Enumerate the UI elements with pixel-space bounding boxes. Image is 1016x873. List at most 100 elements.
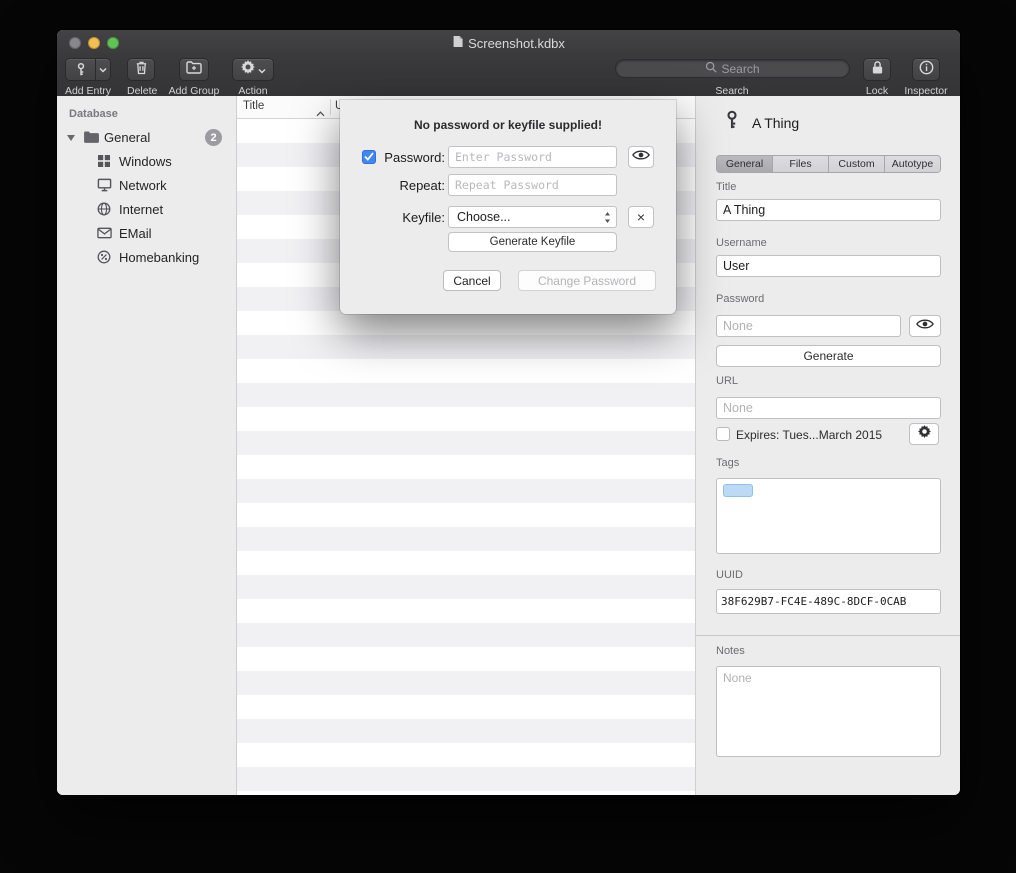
window-title-group: Screenshot.kdbx (452, 35, 565, 51)
change-password-dialog: No password or keyfile supplied! Passwor… (340, 100, 676, 314)
entry-count-badge: 2 (205, 129, 222, 146)
disclosure-triangle-icon[interactable] (67, 135, 75, 141)
dialog-message: No password or keyfile supplied! (340, 118, 676, 132)
tags-field[interactable] (716, 478, 941, 554)
sidebar-item-label: General (104, 130, 150, 145)
url-label: URL (716, 375, 738, 387)
minimize-button[interactable] (88, 37, 100, 49)
uuid-label: UUID (716, 569, 743, 581)
monitor-icon (97, 178, 112, 197)
action-button[interactable] (232, 58, 274, 81)
envelope-icon (97, 226, 112, 244)
sidebar-header: Database (69, 108, 118, 120)
tag-chip[interactable] (723, 484, 753, 497)
sidebar-item-label: EMail (119, 226, 152, 241)
window-title: Screenshot.kdbx (468, 36, 565, 51)
url-field[interactable] (716, 397, 941, 419)
generate-keyfile-button[interactable]: Generate Keyfile (448, 232, 617, 252)
password-field[interactable] (716, 315, 901, 337)
document-icon (452, 35, 463, 51)
percent-coin-icon (97, 250, 111, 269)
uuid-field[interactable] (716, 589, 941, 614)
gear-icon (241, 60, 255, 79)
entry-title: A Thing (752, 115, 799, 131)
sidebar-item-windows[interactable]: Windows (57, 150, 236, 174)
search-input[interactable]: Search (615, 59, 850, 78)
entry-header: A Thing (722, 108, 799, 137)
reveal-password-button[interactable] (628, 146, 654, 168)
cancel-button[interactable]: Cancel (443, 270, 501, 291)
globe-icon (97, 202, 111, 221)
tags-label: Tags (716, 457, 739, 469)
zoom-button[interactable] (107, 37, 119, 49)
expires-options-button[interactable] (909, 423, 939, 445)
title-label: Title (716, 181, 736, 193)
notes-field[interactable] (716, 666, 941, 757)
lock-button[interactable] (863, 58, 891, 81)
title-field[interactable] (716, 199, 941, 221)
inspector-button[interactable] (912, 58, 940, 81)
change-password-button[interactable]: Change Password (518, 270, 656, 291)
username-field[interactable] (716, 255, 941, 277)
sidebar-item-label: Homebanking (119, 250, 199, 265)
titlebar[interactable]: Screenshot.kdbx (57, 30, 960, 56)
lock-icon (871, 60, 884, 80)
chevron-down-icon[interactable] (95, 59, 110, 80)
close-x-icon: × (637, 209, 645, 225)
key-icon (722, 108, 742, 137)
expires-checkbox[interactable] (716, 427, 730, 441)
checkmark-icon (364, 148, 374, 166)
trash-icon (135, 60, 148, 80)
inspector-panel: A Thing General Files Custom Autotype Ti… (695, 96, 960, 795)
search-icon (705, 61, 717, 76)
eye-icon (632, 148, 650, 166)
stepper-icon (604, 211, 611, 227)
password-input[interactable] (448, 146, 617, 168)
username-label: Username (716, 237, 767, 249)
desktop: Screenshot.kdbx Add Entry Delete (0, 0, 1016, 873)
sidebar-item-label: Internet (119, 202, 163, 217)
folder-icon (83, 130, 100, 149)
sidebar-item-label: Windows (119, 154, 172, 169)
password-label: Password: (374, 150, 445, 165)
add-group-button[interactable] (179, 58, 209, 81)
keyfile-popup-value: Choose... (457, 210, 511, 224)
app-window: Screenshot.kdbx Add Entry Delete (57, 30, 960, 795)
add-entry-button[interactable] (65, 58, 111, 81)
sidebar-item-label: Network (119, 178, 167, 193)
eye-icon (916, 317, 934, 335)
repeat-label: Repeat: (374, 178, 445, 193)
column-header-title[interactable]: Title (243, 100, 264, 112)
sidebar-item-internet[interactable]: Internet (57, 198, 236, 222)
tab-general[interactable]: General (717, 156, 773, 172)
sidebar-item-email[interactable]: EMail (57, 222, 236, 246)
inspector-tabs: General Files Custom Autotype (716, 155, 941, 173)
delete-button[interactable] (127, 58, 155, 81)
column-divider[interactable] (330, 99, 331, 115)
tab-autotype[interactable]: Autotype (885, 156, 940, 172)
chevron-down-icon (258, 61, 266, 79)
repeat-password-input[interactable] (448, 174, 617, 196)
close-button[interactable] (69, 37, 81, 49)
sidebar-item-network[interactable]: Network (57, 174, 236, 198)
reveal-password-button[interactable] (909, 315, 941, 337)
password-label: Password (716, 293, 764, 305)
gear-icon (918, 425, 931, 443)
notes-label: Notes (716, 645, 745, 657)
sidebar-item-homebanking[interactable]: Homebanking (57, 246, 236, 270)
toolbar: Add Entry Delete Add Group (57, 56, 960, 97)
tab-files[interactable]: Files (773, 156, 829, 172)
keyfile-popup[interactable]: Choose... (448, 206, 617, 228)
clear-keyfile-button[interactable]: × (628, 206, 654, 228)
divider (696, 635, 960, 636)
folder-plus-icon (186, 60, 202, 79)
tab-custom[interactable]: Custom (829, 156, 885, 172)
windows-icon (97, 154, 111, 173)
info-icon (919, 60, 934, 80)
sidebar: Database General 2 Windows (57, 96, 237, 795)
search-placeholder: Search (721, 62, 759, 76)
keyfile-label: Keyfile: (374, 210, 445, 225)
sidebar-item-general[interactable]: General 2 (57, 126, 236, 150)
expires-label: Expires: Tues...March 2015 (736, 428, 882, 442)
generate-password-button[interactable]: Generate (716, 345, 941, 367)
